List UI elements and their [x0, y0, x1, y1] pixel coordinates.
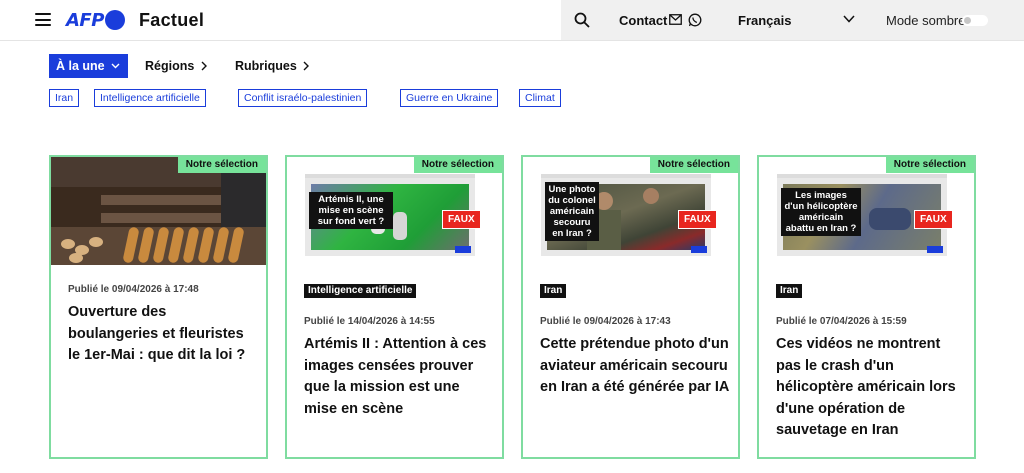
- article-card[interactable]: Les images d'un hélicoptère américain ab…: [757, 155, 976, 459]
- search-icon[interactable]: [574, 12, 590, 28]
- mail-icon[interactable]: [669, 14, 682, 25]
- language-select[interactable]: Français: [738, 13, 791, 28]
- publish-date: Publié le 07/04/2026 à 15:59: [776, 316, 907, 327]
- selection-badge: Notre sélection: [649, 157, 738, 173]
- tag-climat[interactable]: Climat: [519, 89, 561, 107]
- faux-label: FAUX: [914, 210, 953, 229]
- tag-intelligence-artificielle[interactable]: Intelligence artificielle: [94, 89, 206, 107]
- article-card[interactable]: Artémis II, une mise en scène sur fond v…: [285, 155, 504, 459]
- category-label[interactable]: Iran: [776, 284, 803, 298]
- publish-date: Publié le 09/04/2026 à 17:43: [540, 316, 671, 327]
- whatsapp-icon[interactable]: [688, 13, 702, 27]
- selection-badge: Notre sélection: [413, 157, 502, 173]
- image-caption: Une photo du colonel américain secouru e…: [545, 182, 599, 241]
- article-image: Une photo du colonel américain secouru e…: [523, 157, 738, 265]
- contact-link[interactable]: Contact: [619, 13, 667, 28]
- faux-label: FAUX: [678, 210, 717, 229]
- chevron-down-icon[interactable]: [843, 15, 855, 23]
- category-label[interactable]: Intelligence artificielle: [304, 284, 417, 298]
- afp-logo[interactable]: AFP: [66, 9, 125, 31]
- article-card[interactable]: Une photo du colonel américain secouru e…: [521, 155, 740, 459]
- afp-mini-logo: [927, 246, 943, 253]
- nav-regions[interactable]: Régions: [145, 59, 194, 73]
- nav-a-la-une-label: À la une: [56, 59, 105, 73]
- article-title[interactable]: Artémis II : Attention à ces images cens…: [304, 334, 494, 420]
- selection-badge: Notre sélection: [885, 157, 974, 173]
- category-label[interactable]: Iran: [540, 284, 567, 298]
- image-caption: Les images d'un hélicoptère américain ab…: [781, 188, 861, 236]
- chevron-right-icon[interactable]: [303, 61, 309, 71]
- article-title[interactable]: Ces vidéos ne montrent pas le crash d'un…: [776, 334, 966, 442]
- publish-date: Publié le 09/04/2026 à 17:48: [68, 284, 199, 295]
- dark-mode-label: Mode sombre: [886, 13, 966, 28]
- menu-icon[interactable]: [35, 13, 51, 26]
- tag-iran[interactable]: Iran: [49, 89, 80, 107]
- site-brand[interactable]: Factuel: [139, 10, 204, 31]
- image-caption: Artémis II, une mise en scène sur fond v…: [309, 192, 393, 229]
- publish-date: Publié le 14/04/2026 à 14:55: [304, 316, 435, 327]
- tag-conflit-israelo-palestinien[interactable]: Conflit israélo-palestinien: [238, 89, 368, 107]
- article-image: Artémis II, une mise en scène sur fond v…: [287, 157, 502, 265]
- dark-mode-toggle[interactable]: [962, 15, 988, 26]
- article-title[interactable]: Cette prétendue photo d'un aviateur amér…: [540, 334, 730, 399]
- logo-text: AFP: [66, 9, 104, 31]
- afp-mini-logo: [691, 246, 707, 253]
- selection-badge: Notre sélection: [177, 157, 266, 173]
- article-image: [51, 157, 266, 265]
- chevron-right-icon[interactable]: [201, 61, 207, 71]
- faux-label: FAUX: [442, 210, 481, 229]
- nav-rubriques[interactable]: Rubriques: [235, 59, 297, 73]
- toggle-knob: [964, 17, 971, 24]
- chevron-down-icon: [111, 63, 120, 69]
- nav-a-la-une[interactable]: À la une: [49, 54, 128, 78]
- article-title[interactable]: Ouverture des boulangeries et fleuristes…: [68, 302, 258, 367]
- article-card[interactable]: Notre sélection Publié le 09/04/2026 à 1…: [49, 155, 268, 459]
- afp-mini-logo: [455, 246, 471, 253]
- tag-guerre-en-ukraine[interactable]: Guerre en Ukraine: [400, 89, 499, 107]
- logo-dot: [104, 10, 125, 30]
- article-image: Les images d'un hélicoptère américain ab…: [759, 157, 974, 265]
